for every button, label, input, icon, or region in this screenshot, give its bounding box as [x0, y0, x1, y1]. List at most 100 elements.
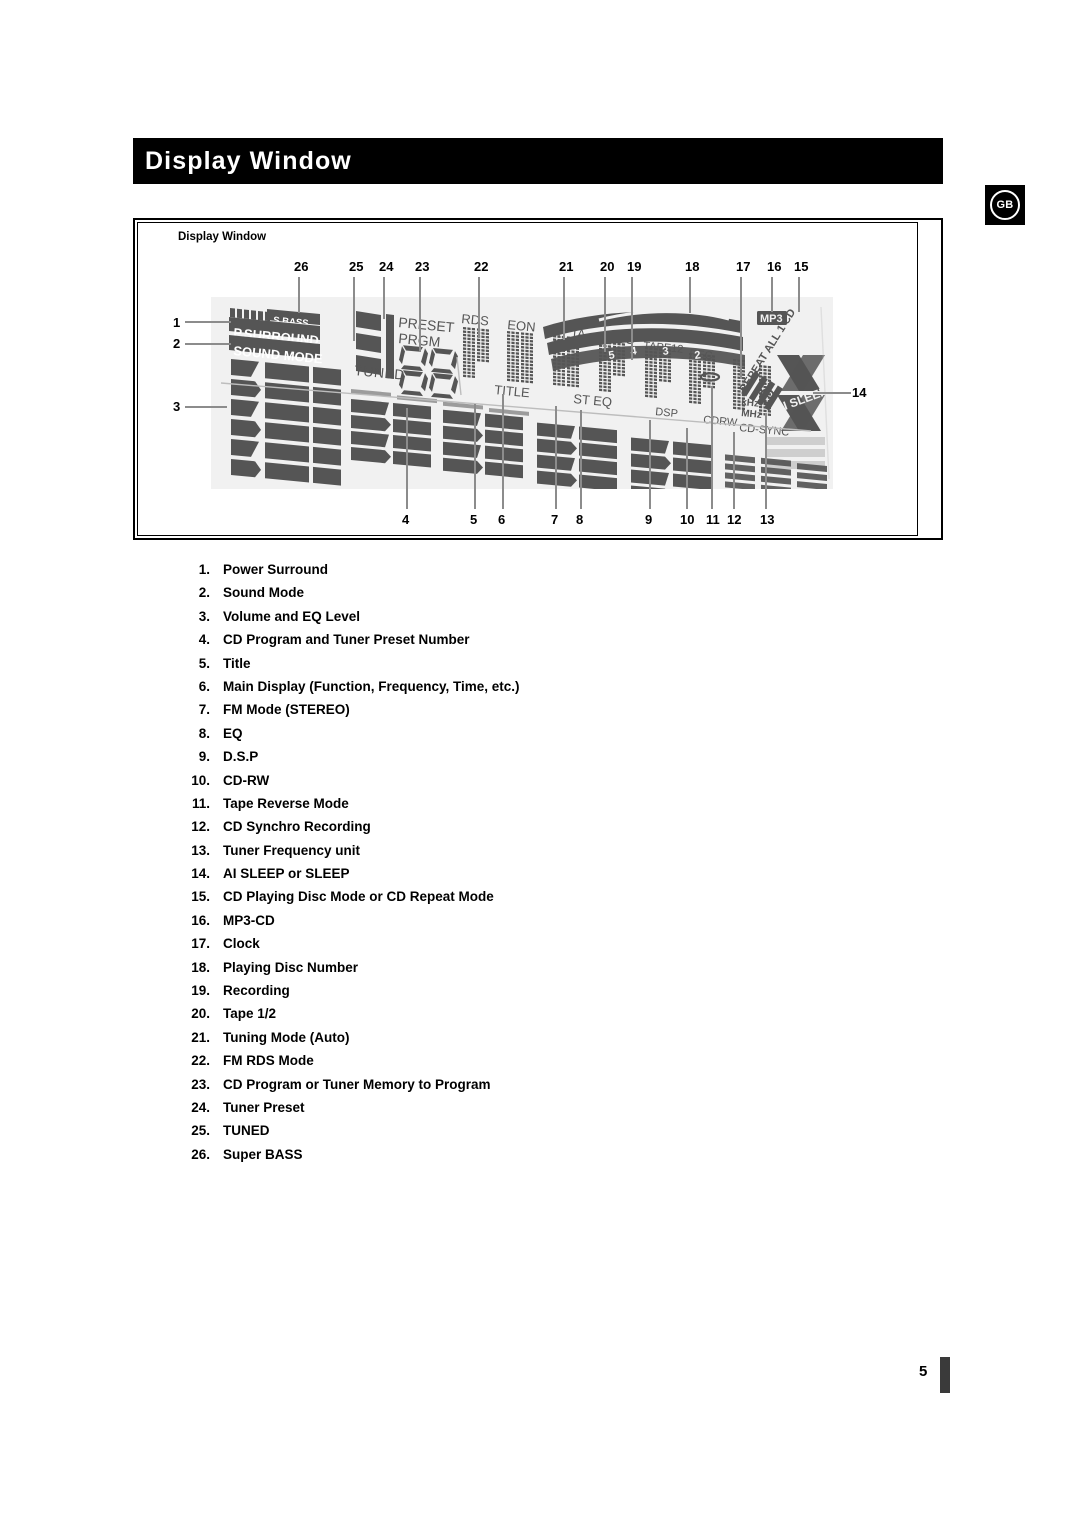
callout-leader-line: [383, 277, 385, 319]
legend-item: 25. TUNED: [170, 1123, 730, 1146]
legend-item-label: EQ: [223, 725, 243, 741]
legend-item-label: Tuning Mode (Auto): [223, 1029, 350, 1045]
legend-item: 21. Tuning Mode (Auto): [170, 1030, 730, 1053]
callout-leader-line: [563, 277, 565, 340]
callout-leader-line: [298, 277, 300, 313]
seg-preset-digits: [399, 344, 458, 400]
callout-leader-line: [580, 410, 582, 509]
legend-item: 24. Tuner Preset: [170, 1100, 730, 1123]
legend-item-label: TUNED: [223, 1123, 270, 1139]
callout-leader-line: [733, 432, 735, 509]
legend-item-label: FM RDS Mode: [223, 1053, 314, 1069]
legend-item: 11. Tape Reverse Mode: [170, 796, 730, 819]
seg-preset-prgm: PRESET PRGM: [398, 314, 456, 350]
page-number: 5: [919, 1363, 928, 1380]
legend-item: 6. Main Display (Function, Frequency, Ti…: [170, 679, 730, 702]
svg-text:MHz: MHz: [741, 408, 763, 421]
callout-leader-line: [353, 277, 355, 341]
callout-leader-line: [478, 277, 480, 338]
callout-leader-line: [631, 277, 633, 360]
figure-caption: Display Window: [178, 231, 267, 243]
legend-item: 23. CD Program or Tuner Memory to Program: [170, 1077, 730, 1100]
legend-item-number: 23.: [191, 1076, 210, 1092]
legend-item-label: FM Mode (STEREO): [223, 702, 350, 718]
callout-leader-line: [555, 406, 557, 509]
legend-item-label: AI SLEEP or SLEEP: [223, 866, 350, 882]
seg-power-surround-group: S.BASS P.SURROUND SOUND MODE: [229, 308, 324, 366]
callout-number-16: 16: [767, 259, 782, 274]
legend-item-number: 13.: [191, 842, 210, 858]
callout-number-21: 21: [559, 259, 574, 274]
callout-leader-line: [771, 277, 773, 312]
legend-item-label: Tape 1/2: [223, 1006, 277, 1022]
callout-leader-line: [406, 408, 408, 509]
legend-item-number: 7.: [198, 702, 210, 718]
legend-item-label: Recording: [223, 983, 290, 999]
callout-number-4: 4: [402, 512, 410, 527]
callout-number-23: 23: [415, 259, 430, 274]
callout-number-12: 12: [727, 512, 742, 527]
legend-item-label: Clock: [223, 936, 260, 952]
svg-text:EON: EON: [507, 317, 536, 335]
legend-item: 26. Super BASS: [170, 1147, 730, 1170]
svg-text:CDRW: CDRW: [703, 414, 739, 429]
legend-item-number: 18.: [191, 959, 210, 975]
legend-item: 7. FM Mode (STEREO): [170, 702, 730, 725]
legend-item-number: 26.: [191, 1146, 210, 1162]
callout-number-24: 24: [379, 259, 394, 274]
callout-leader-line: [649, 420, 651, 509]
svg-text:RDS: RDS: [461, 311, 490, 329]
legend-item-number: 5.: [198, 655, 210, 671]
legend-item-number: 25.: [191, 1123, 210, 1139]
svg-text:ST EQ: ST EQ: [573, 391, 613, 410]
legend-item: 15. CD Playing Disc Mode or CD Repeat Mod…: [170, 889, 730, 912]
callout-number-15: 15: [794, 259, 809, 274]
legend-item: 17. Clock: [170, 936, 730, 959]
legend-item-number: 21.: [191, 1029, 210, 1045]
seg-playing-disc-number: 5 4 3 2: [543, 310, 745, 371]
svg-text:TITLE: TITLE: [494, 382, 531, 400]
legend-item-label: Power Surround: [223, 562, 329, 577]
legend-item: 4. CD Program and Tuner Preset Number: [170, 632, 730, 655]
legend-item-number: 14.: [191, 866, 210, 882]
legend-item-label: CD-RW: [223, 772, 270, 788]
legend-item: 19. Recording: [170, 983, 730, 1006]
svg-text:TUNED: TUNED: [354, 362, 406, 383]
legend-item: 22. FM RDS Mode: [170, 1053, 730, 1076]
seg-volume-eq-level: [231, 359, 341, 486]
legend-item: 2. Sound Mode: [170, 585, 730, 608]
callout-leader-line: [419, 277, 421, 352]
callout-leader-line: [813, 392, 851, 394]
callout-number-6: 6: [498, 512, 506, 527]
callout-number-1: 1: [173, 315, 181, 330]
callout-leader-line: [689, 277, 691, 313]
legend-item-number: 11.: [191, 795, 210, 811]
callout-leader-line: [185, 343, 231, 345]
legend-item: 18. Playing Disc Number: [170, 960, 730, 983]
legend-item: 9. D.S.P: [170, 749, 730, 772]
legend-item-number: 3.: [198, 608, 210, 624]
legend-item-label: Title: [223, 655, 251, 671]
legend-item-label: Playing Disc Number: [223, 959, 359, 975]
callout-number-9: 9: [645, 512, 653, 527]
callout-leader-line: [502, 394, 504, 509]
legend-item: 14. AI SLEEP or SLEEP: [170, 866, 730, 889]
legend-item-number: 20.: [191, 1006, 210, 1022]
legend-item-label: CD Synchro Recording: [223, 819, 371, 835]
callout-number-20: 20: [600, 259, 615, 274]
callout-number-22: 22: [474, 259, 489, 274]
callout-leader-line: [798, 277, 800, 312]
legend-list: 1. Power Surround 2. Sound Mode 3. Volume and…: [170, 562, 730, 1170]
callout-number-2: 2: [173, 336, 181, 351]
legend-item-number: 22.: [191, 1053, 210, 1069]
callout-number-26: 26: [294, 259, 309, 274]
legend-item-label: MP3-CD: [223, 912, 275, 928]
legend-item-label: CD Program and Tuner Preset Number: [223, 632, 470, 648]
legend-item-label: Main Display (Function, Frequency, Time,…: [223, 678, 520, 694]
legend-item-number: 6.: [198, 678, 210, 694]
legend-item-number: 1.: [198, 562, 210, 577]
legend-item: 5. Title: [170, 656, 730, 679]
callout-number-3: 3: [173, 399, 181, 414]
legend-item: 8. EQ: [170, 726, 730, 749]
callout-leader-line: [185, 321, 231, 323]
